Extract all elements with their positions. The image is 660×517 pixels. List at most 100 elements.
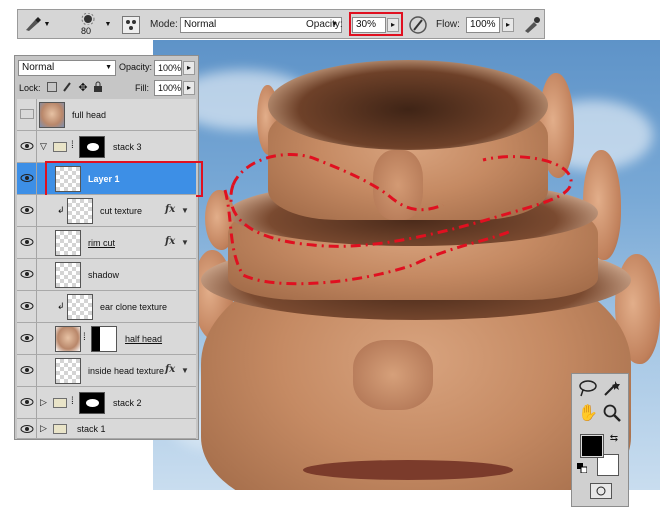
fill-value: 100% (158, 83, 182, 93)
chevron-down-icon[interactable]: ▼ (181, 206, 189, 215)
mode-value: Normal (184, 19, 217, 30)
eye-icon[interactable] (20, 173, 34, 183)
group-mask-thumbnail (79, 136, 105, 158)
tool-preset-dropdown-icon[interactable]: ▼ (43, 19, 51, 29)
eye-icon[interactable] (20, 269, 34, 279)
layer-group-row[interactable]: ▷ ⁞ stack 2 (17, 387, 196, 419)
layer-row[interactable]: inside head texture fx ▼ (17, 355, 196, 387)
hand-tool-icon[interactable]: ✋ (578, 403, 598, 423)
layer-row[interactable]: shadow (17, 259, 196, 291)
brush-size[interactable]: 80 (81, 26, 91, 36)
chevron-down-icon[interactable]: ▼ (181, 238, 189, 247)
eye-icon[interactable] (20, 141, 34, 151)
eye-icon[interactable] (20, 424, 34, 434)
lock-all-icon[interactable] (93, 81, 103, 93)
chevron-down-icon[interactable]: ▼ (181, 366, 189, 375)
default-colors-icon[interactable] (577, 463, 587, 473)
layers-panel: Normal ▼ Opacity: 100% ▸ Lock: ✥ Fill: 1… (14, 55, 203, 440)
layer-group-row[interactable]: ▷ stack 1 (17, 419, 196, 439)
opacity-value: 30% (356, 19, 377, 30)
visibility-toggle-empty[interactable] (20, 109, 34, 119)
opacity-input[interactable]: 30% (352, 17, 386, 33)
layer-row[interactable]: ↲ cut texture fx ▼ (17, 195, 196, 227)
link-icon: ⁞ (83, 332, 86, 343)
brush-preset-icon[interactable] (78, 13, 98, 25)
blend-mode-select[interactable]: Normal ▼ (18, 60, 116, 76)
lock-label: Lock: (19, 83, 41, 93)
flow-input[interactable]: 100% (466, 17, 500, 33)
link-icon: ⁞ (71, 140, 74, 151)
swap-colors-icon[interactable]: ⇆ (608, 432, 620, 444)
layer-opacity-label: Opacity: (119, 62, 153, 72)
eye-icon[interactable] (20, 365, 34, 375)
layer-name: stack 1 (77, 424, 106, 434)
layer-opacity-input[interactable]: 100% (154, 60, 182, 76)
layer-effects-icon[interactable]: fx (165, 204, 175, 215)
background-color-swatch[interactable] (597, 454, 619, 476)
folder-icon (53, 398, 67, 408)
layer-name: rim cut (88, 238, 115, 248)
eye-icon[interactable] (20, 237, 34, 247)
lock-transparency-icon[interactable] (47, 82, 57, 92)
expand-triangle-icon[interactable]: ▽ (40, 141, 47, 152)
blend-mode-value: Normal (22, 62, 55, 73)
layer-thumbnail (55, 358, 81, 384)
group-mask-thumbnail (79, 392, 105, 414)
divider (36, 419, 37, 438)
layer-thumbnail (39, 102, 65, 128)
flow-label: Flow: (436, 19, 460, 30)
eye-icon[interactable] (20, 301, 34, 311)
layer-name: full head (72, 110, 107, 120)
magic-wand-icon[interactable] (602, 379, 624, 397)
eye-icon[interactable] (20, 397, 34, 407)
airbrush-icon[interactable] (522, 15, 542, 35)
divider (36, 99, 37, 130)
layer-name: inside head texture (88, 366, 165, 376)
divider (36, 259, 37, 290)
lock-position-icon[interactable]: ✥ (77, 81, 89, 94)
brush-panel-toggle-icon[interactable] (122, 16, 140, 34)
layer-thumbnail (55, 326, 81, 352)
fill-slider-button[interactable]: ▸ (183, 81, 195, 95)
eye-icon[interactable] (20, 333, 34, 343)
layer-opacity-value: 100% (158, 63, 182, 73)
divider (36, 227, 37, 258)
layer-row[interactable]: rim cut fx ▼ (17, 227, 196, 259)
link-icon: ⁞ (71, 396, 74, 407)
folder-icon (53, 424, 67, 434)
layer-effects-icon[interactable]: fx (165, 236, 175, 247)
layer-mask-thumbnail (91, 326, 117, 352)
collapse-triangle-icon[interactable]: ▷ (40, 423, 47, 434)
lock-image-icon[interactable] (62, 81, 72, 93)
fill-input[interactable]: 100% (154, 80, 182, 96)
layer-name: stack 3 (113, 142, 142, 152)
layer-opacity-slider-button[interactable]: ▸ (183, 61, 195, 75)
foreground-color-swatch[interactable] (580, 434, 604, 458)
divider (36, 163, 37, 194)
fill-label: Fill: (135, 83, 149, 93)
eye-icon[interactable] (20, 205, 34, 215)
lasso-tool-icon[interactable] (578, 379, 598, 397)
layer-row[interactable]: ⁞ half head (17, 323, 196, 355)
opacity-slider-button[interactable]: ▸ (387, 18, 399, 32)
divider (36, 291, 37, 322)
zoom-tool-icon[interactable] (602, 403, 622, 423)
layer-name: half head (125, 334, 163, 344)
quick-mask-icon[interactable] (590, 483, 612, 499)
folder-icon (53, 142, 67, 152)
tools-panel: ✋ ⇆ (571, 373, 629, 507)
layer-row[interactable]: full head (17, 99, 196, 131)
layer-thumbnail (55, 230, 81, 256)
options-bar: ▼ 80 ▼ Mode: Normal ▼ Opacity: 30% ▸ Flo… (17, 9, 545, 39)
layer-name: shadow (88, 270, 120, 280)
layer-thumbnail (67, 198, 93, 224)
flow-slider-button[interactable]: ▸ (502, 18, 514, 32)
layer-group-row[interactable]: ▽ ⁞ stack 3 (17, 131, 196, 163)
brush-preset-dropdown-icon[interactable]: ▼ (104, 19, 112, 29)
tablet-pressure-opacity-icon[interactable] (408, 15, 428, 35)
divider (36, 355, 37, 386)
layer-effects-icon[interactable]: fx (165, 364, 175, 375)
layer-row[interactable]: ↲ ear clone texture (17, 291, 196, 323)
brush-tool-icon[interactable] (24, 16, 42, 32)
collapse-triangle-icon[interactable]: ▷ (40, 397, 47, 408)
